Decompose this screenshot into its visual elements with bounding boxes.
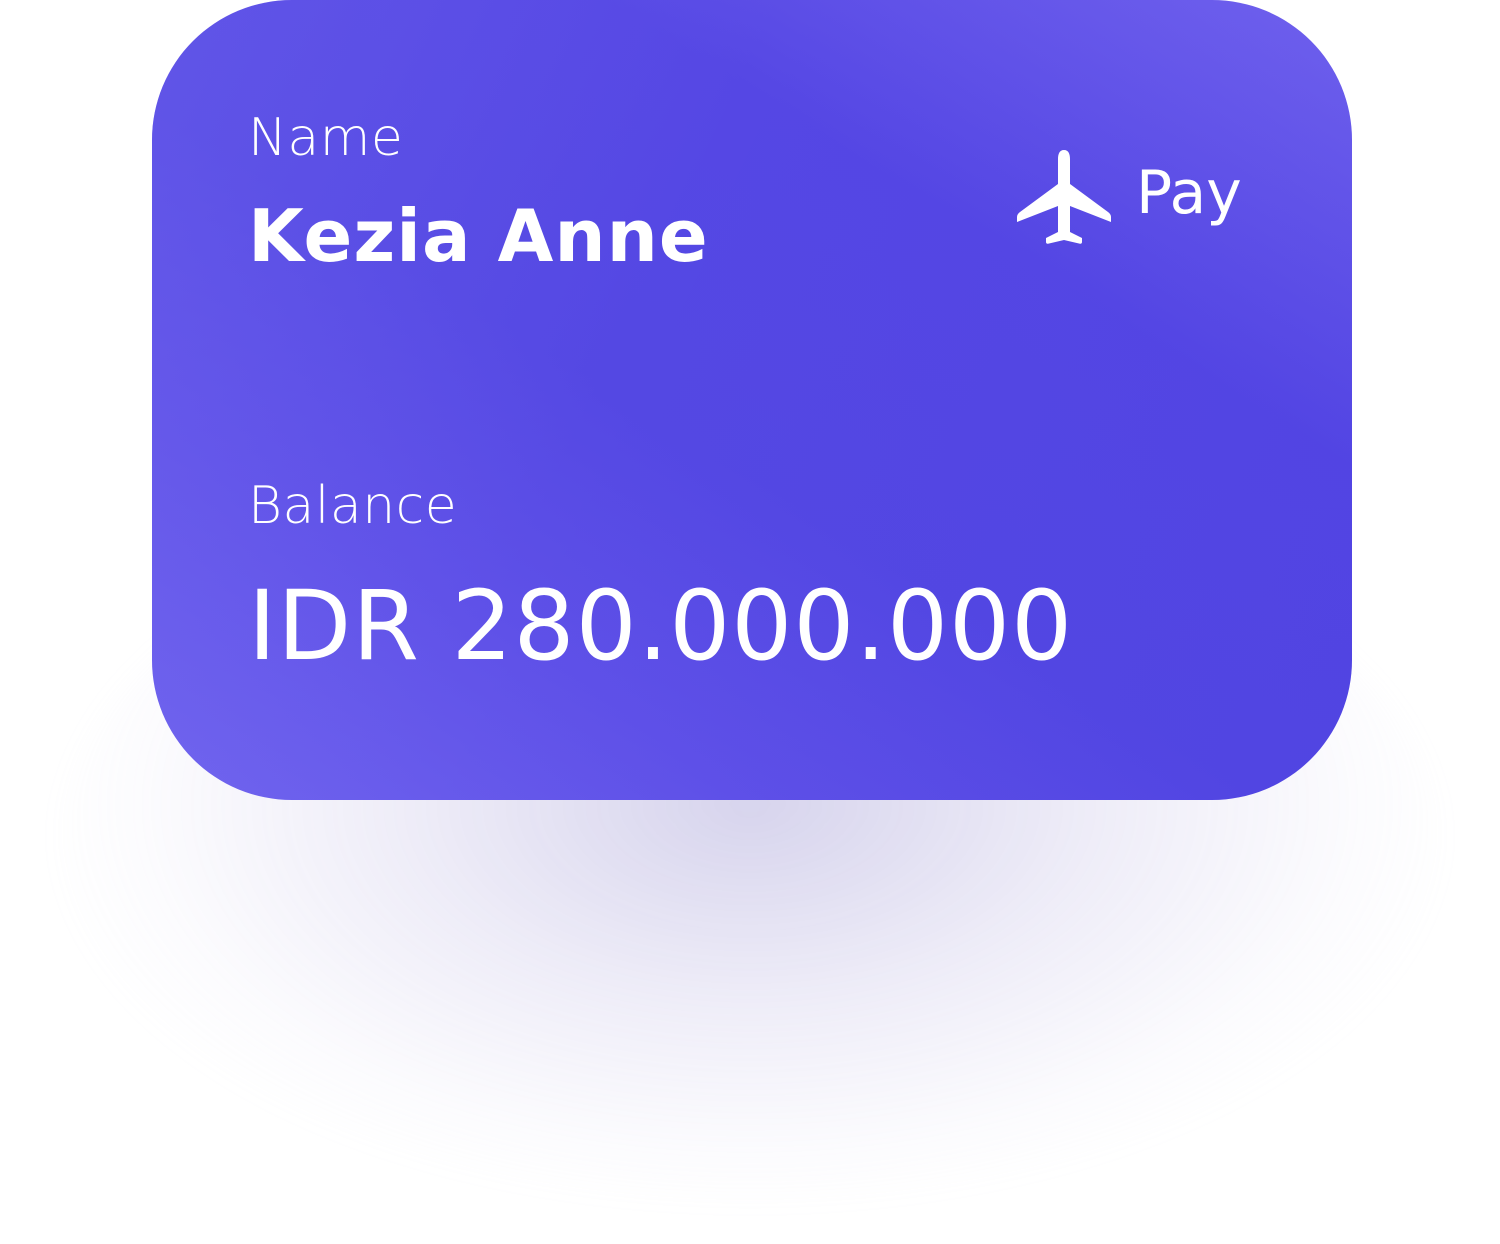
- cardholder-name: Kezia Anne: [248, 194, 709, 278]
- balance-label: Balance: [248, 476, 458, 536]
- brand-text: Pay: [1136, 158, 1242, 228]
- balance-amount: IDR 280.000.000: [248, 570, 1074, 682]
- wallet-card[interactable]: Name Kezia Anne Pay Balance IDR 280.000.…: [152, 0, 1352, 800]
- stage: Name Kezia Anne Pay Balance IDR 280.000.…: [0, 0, 1500, 1244]
- name-label: Name: [248, 108, 404, 168]
- airplane-icon: [1017, 150, 1111, 244]
- brand-logo: Pay: [1014, 146, 1242, 246]
